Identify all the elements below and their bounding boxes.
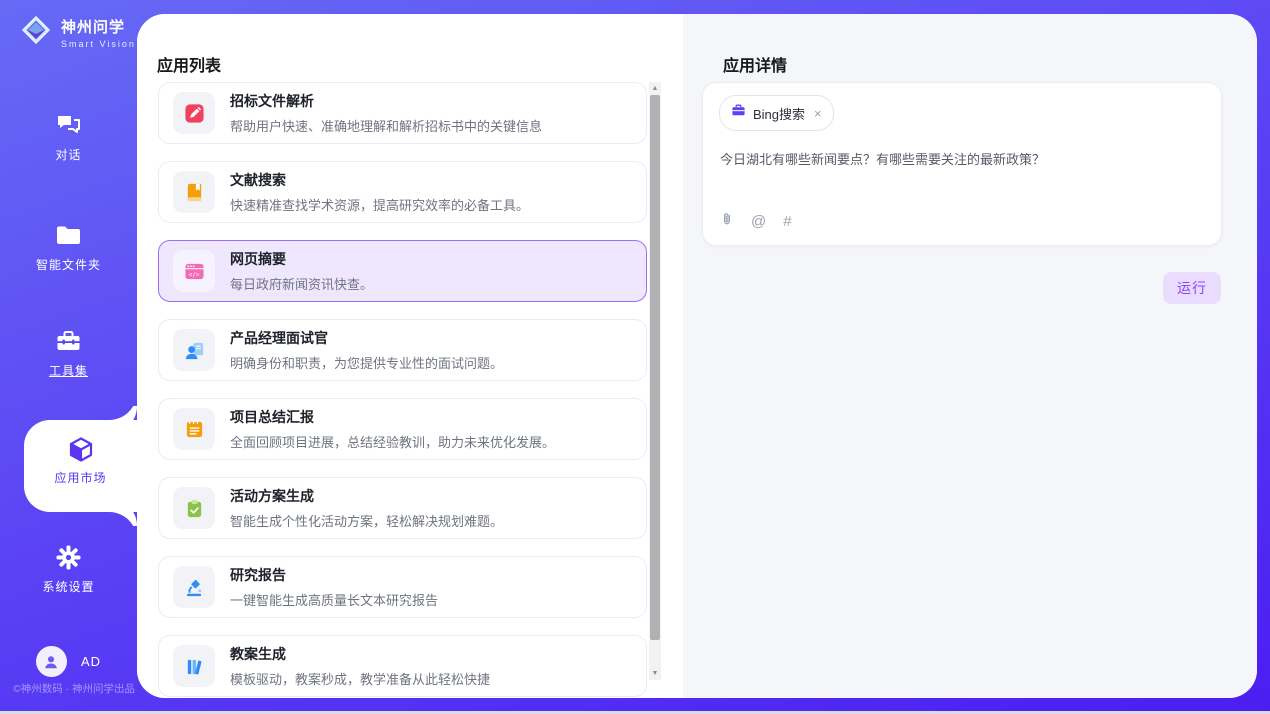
app-card-title: 文献搜索 — [230, 170, 529, 190]
scrollbar-thumb[interactable] — [650, 95, 660, 640]
close-icon[interactable]: × — [814, 107, 822, 120]
sidebar-item-label: 对话 — [55, 148, 81, 162]
prompt-input[interactable]: 今日湖北有哪些新闻要点？有哪些需要关注的最新政策？ — [720, 149, 1200, 168]
note-icon — [173, 408, 215, 450]
clipboard-check-icon — [173, 487, 215, 529]
toolbox-icon — [55, 328, 82, 355]
brand-name: 神州问学 — [61, 16, 136, 37]
avatar — [36, 646, 67, 677]
user-initials: AD — [81, 654, 101, 669]
app-list-panel: 应用列表 招标文件解析 帮助用户快速、准确地理解和解析招标书中的关键信息 — [137, 14, 683, 698]
sidebar: 神州问学 Smart Vision 对话 智能文件夹 — [0, 0, 137, 711]
app-detail-panel: 应用详情 Bing搜索 × 今日湖北有哪些新闻要点？有哪些需要关注的最新政策？ — [683, 14, 1257, 698]
sidebar-item-app-market[interactable]: 应用市场 — [24, 420, 137, 512]
sidebar-item-smart-folder[interactable]: 智能文件夹 — [0, 222, 137, 274]
app-card-title: 教案生成 — [230, 644, 490, 664]
app-card-title: 研究报告 — [230, 565, 438, 585]
paperclip-icon[interactable] — [720, 211, 734, 231]
app-card-desc: 每日政府新闻资讯快查。 — [230, 274, 373, 293]
scroll-up-arrow-icon[interactable]: ▲ — [649, 82, 661, 95]
scroll-down-arrow-icon[interactable]: ▼ — [649, 667, 661, 680]
app-card-desc: 快速精准查找学术资源，提高研究效率的必备工具。 — [230, 195, 529, 214]
tool-chip-label: Bing搜索 — [753, 104, 805, 123]
app-card-desc: 智能生成个性化活动方案，轻松解决规划难题。 — [230, 511, 503, 530]
app-card-title: 项目总结汇报 — [230, 407, 555, 427]
gear-icon — [55, 544, 82, 571]
app-card-desc: 一键智能生成高质量长文本研究报告 — [230, 590, 438, 609]
app-list-scrollbar[interactable]: ▲ ▼ — [649, 82, 661, 680]
app-card-research-report[interactable]: 研究报告 一键智能生成高质量长文本研究报告 — [158, 556, 647, 618]
cube-icon — [66, 435, 96, 465]
sidebar-item-settings[interactable]: 系统设置 — [0, 544, 137, 596]
app-card-desc: 帮助用户快速、准确地理解和解析招标书中的关键信息 — [230, 116, 542, 135]
sidebar-item-chat[interactable]: 对话 — [0, 112, 137, 164]
hashtag-icon[interactable]: # — [783, 213, 791, 230]
sidebar-item-label: 工具集 — [49, 364, 88, 378]
app-window: 神州问学 Smart Vision 对话 智能文件夹 — [0, 0, 1270, 714]
doc-pen-icon — [173, 92, 215, 134]
books-icon — [173, 645, 215, 687]
app-detail-title: 应用详情 — [723, 52, 787, 76]
chat-icon — [55, 112, 82, 139]
at-mention-icon[interactable]: @ — [751, 213, 766, 230]
app-list-title: 应用列表 — [157, 52, 221, 76]
app-card-lesson-plan[interactable]: 教案生成 模板驱动，教案秒成，教学准备从此轻松快捷 — [158, 635, 647, 697]
main-content: 应用列表 招标文件解析 帮助用户快速、准确地理解和解析招标书中的关键信息 — [137, 14, 1257, 698]
copyright-footer: ©神州数码 · 神州问学出品 — [0, 681, 148, 696]
app-card-title: 产品经理面试官 — [230, 328, 503, 348]
app-card-bid-parse[interactable]: 招标文件解析 帮助用户快速、准确地理解和解析招标书中的关键信息 — [158, 82, 647, 144]
app-card-title: 活动方案生成 — [230, 486, 503, 506]
microscope-icon — [173, 566, 215, 608]
prompt-card: Bing搜索 × 今日湖北有哪些新闻要点？有哪些需要关注的最新政策？ @ # — [702, 82, 1222, 246]
book-icon — [173, 171, 215, 213]
sidebar-item-label: 智能文件夹 — [36, 258, 101, 272]
app-card-title: 网页摘要 — [230, 249, 373, 269]
svg-text:</>: </> — [188, 272, 199, 278]
brand-logo: 神州问学 Smart Vision — [18, 12, 136, 53]
person-doc-icon — [173, 329, 215, 371]
sidebar-item-label: 系统设置 — [42, 580, 94, 594]
app-card-desc: 模板驱动，教案秒成，教学准备从此轻松快捷 — [230, 669, 490, 688]
app-card-list: 招标文件解析 帮助用户快速、准确地理解和解析招标书中的关键信息 文献搜索 — [158, 82, 647, 698]
briefcase-icon — [731, 103, 746, 123]
app-card-event-plan[interactable]: 活动方案生成 智能生成个性化活动方案，轻松解决规划难题。 — [158, 477, 647, 539]
sidebar-item-toolset[interactable]: 工具集 — [0, 328, 137, 380]
app-card-desc: 明确身份和职责，为您提供专业性的面试问题。 — [230, 353, 503, 372]
tool-chip-bing-search[interactable]: Bing搜索 × — [719, 95, 834, 131]
run-button[interactable]: 运行 — [1163, 272, 1221, 304]
folder-icon — [55, 222, 82, 249]
attachment-toolbar: @ # — [720, 211, 792, 231]
app-card-pm-interviewer[interactable]: 产品经理面试官 明确身份和职责，为您提供专业性的面试问题。 — [158, 319, 647, 381]
app-card-project-summary[interactable]: 项目总结汇报 全面回顾项目进展，总结经验教训，助力未来优化发展。 — [158, 398, 647, 460]
sidebar-item-label: 应用市场 — [54, 471, 106, 485]
user-account[interactable]: AD — [0, 646, 137, 677]
diamond-logo-icon — [18, 12, 54, 53]
brand-subtitle: Smart Vision — [61, 39, 136, 49]
app-card-web-summary[interactable]: </> 网页摘要 每日政府新闻资讯快查。 — [158, 240, 647, 302]
app-card-literature-search[interactable]: 文献搜索 快速精准查找学术资源，提高研究效率的必备工具。 — [158, 161, 647, 223]
browser-code-icon: </> — [173, 250, 215, 292]
app-card-title: 招标文件解析 — [230, 91, 542, 111]
app-card-desc: 全面回顾项目进展，总结经验教训，助力未来优化发展。 — [230, 432, 555, 451]
